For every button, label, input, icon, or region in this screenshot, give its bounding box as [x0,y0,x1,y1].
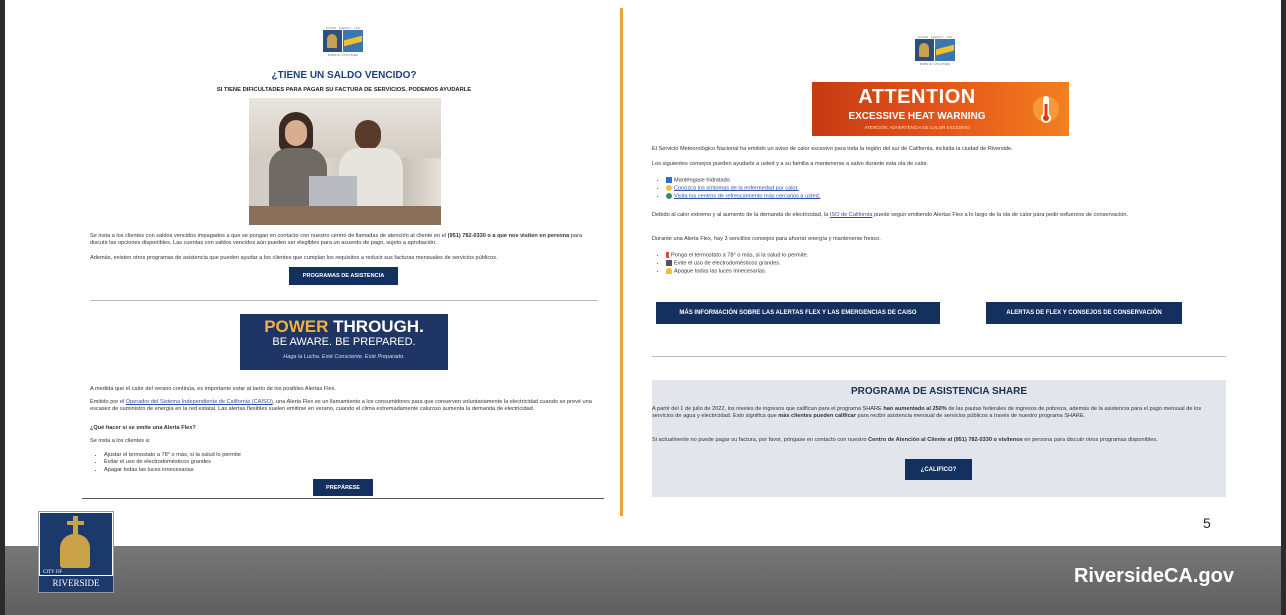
flex-explanation: Emitido por el Operador del Sistema Inde… [90,399,592,413]
list-item: Visita los centros de refrescamiento más… [666,192,1226,201]
lightbulb-icon [666,267,672,274]
excessive-heat-banner: ATTENTION EXCESSIVE HEAT WARNING ATENCIÓ… [812,82,1069,136]
bell-icon [60,534,90,568]
share-program-box: PROGRAMA DE ASISTENCIA SHARE A partir de… [652,380,1226,497]
heat-paragraph-2: Los siguientes consejos pueden ayudarle … [652,161,929,167]
caiso-info-button[interactable]: MÁS INFORMACIÓN SOBRE LAS ALERTAS FLEX Y… [656,302,940,324]
snowflake-icon [666,192,672,199]
list-item: Conozca los síntomas de la enfermedad po… [666,184,1226,193]
assistance-programs-button[interactable]: PROGRAMAS DE ASISTENCIA [289,267,398,285]
smiley-icon [666,184,672,191]
thermometer-icon [1032,90,1060,128]
flex-tips-list: Ajustar el termostato a 78° o más, si la… [90,452,594,474]
flex-question: ¿Qué hacer si se emite una Alerta Flex? [90,425,196,431]
power-through-banner: POWER THROUGH. BE AWARE. BE PREPARED. Ha… [240,314,448,370]
email-bottom-line [82,498,604,499]
attention-text: ATTENTION [858,86,976,108]
heat-illness-link[interactable]: Conozca los síntomas de la enfermedad po… [674,185,799,191]
flex-urge: Se insta a los clientes a: [90,438,151,444]
share-paragraph-2: Si actualmente no puede pagar su factura… [652,437,1158,443]
overdue-title: ¿TIENE UN SALDO VENCIDO? [271,70,417,81]
thermometer-small-icon [666,252,669,258]
prepare-button[interactable]: PREPÁRESE [313,479,373,496]
share-title: PROGRAMA DE ASISTENCIA SHARE [850,386,1028,397]
caiso-link[interactable]: Operador del Sistema Independiente de Ca… [126,399,273,405]
list-item: Apague todas las luces innecesarias. [666,267,1226,276]
cross-icon [73,516,78,534]
seal-name-label: RIVERSIDE [39,576,113,592]
seal-city-label: CITY OF [43,570,63,575]
share-paragraph-1: A partir del 1 de julio de 2022, los niv… [652,406,1202,420]
water-drop-icon [666,177,672,183]
power-spanish: Haga la Lucha. Esté Consciente. Esté Pre… [283,354,405,360]
power-subtitle: BE AWARE. BE PREPARED. [272,336,416,348]
cooling-centers-link[interactable]: Visita los centros de refrescamiento más… [674,193,820,199]
public-utilities-logo-right: WATER · ENERGY · LIFE PUBLIC UTILITIES [915,35,955,66]
logo-name: PUBLIC UTILITIES [919,62,951,66]
list-item: Manténgase hidratado. [666,177,1226,185]
list-item: Ajustar el termostato a 78° o más, si la… [104,452,594,459]
slide-frame-left [0,0,5,615]
section-divider-right [652,356,1226,357]
flex-alerts-button[interactable]: ALERTAS DE FLEX Y CONSEJOS DE CONSERVACI… [986,302,1182,324]
column-divider [620,8,623,516]
couple-laptop-photo [249,98,441,225]
city-of-riverside-seal: CITY OF RIVERSIDE [38,511,114,593]
list-item: Evitar el uso de electrodomésticos grand… [104,459,594,466]
heat-warning-spanish: ATENCIÓN: ADVERTENCIA DE CALOR EXCESIVO [864,125,970,130]
heat-paragraph-1: El Servicio Meteorológico Nacional ha em… [652,146,1013,152]
list-item: Ponga el termostato a 78° o más, si la s… [666,252,1226,260]
slide-frame-right [1281,0,1286,615]
logo-name: PUBLIC UTILITIES [327,53,359,57]
overdue-paragraph-2: Además, existen otros programas de asist… [90,255,498,261]
flex-intro: A medida que el calor del verano continú… [90,386,336,392]
overdue-paragraph-1: Se insta a los clientes con saldos venci… [90,233,582,247]
power-title-accent: POWER [264,317,329,336]
list-item: Evite el uso de electrodomésticos grande… [666,259,1226,268]
flex-saving-tips-list: Ponga el termostato a 78° o más, si la s… [652,252,1226,276]
plug-icon [666,259,672,266]
list-item: Apagar todas las luces innecesarias [104,467,594,474]
overdue-subtitle: SI TIENE DIFICULTADES PARA PAGAR SU FACT… [216,87,472,93]
public-utilities-logo-left: WATER · ENERGY · LIFE PUBLIC UTILITIES [323,26,363,57]
qualify-button[interactable]: ¿CALIFICO? [905,459,972,480]
heat-tips-list: Manténgase hidratado. Conozca los síntom… [652,177,1226,201]
heat-warning-text: EXCESSIVE HEAT WARNING [848,111,986,122]
section-divider-left [90,300,598,301]
heat-paragraph-3: Debido al calor extremo y al aumento de … [652,212,1129,218]
page-number: 5 [1203,515,1211,531]
heat-paragraph-4: Durante una Alerta Flex, hay 3 sencillos… [652,236,881,242]
power-title-rest: THROUGH. [328,317,424,336]
website-label: RiversideCA.gov [1073,565,1234,587]
california-iso-link[interactable]: ISO de California [830,212,873,218]
